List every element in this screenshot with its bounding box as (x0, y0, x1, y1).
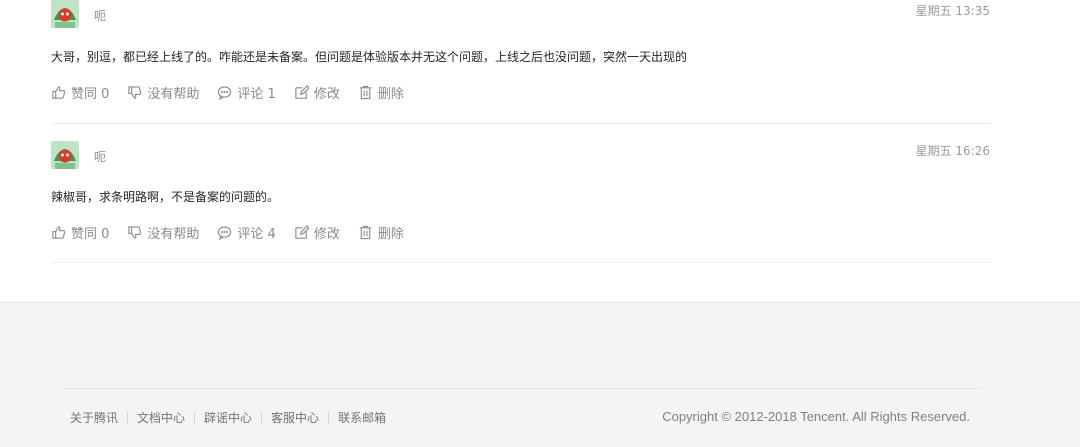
thumbs-up-icon (52, 226, 66, 239)
unhelpful-button[interactable]: 没有帮助 (127, 223, 199, 242)
username[interactable]: 呃 (94, 148, 106, 165)
trash-icon (359, 225, 371, 240)
page-footer: 关于腾讯 文档中心 辟谣中心 客服中心 联系邮箱 Copyright © 201… (0, 302, 1080, 447)
unhelpful-label: 没有帮助 (147, 87, 200, 102)
comment-icon (218, 86, 232, 100)
trash-icon (359, 85, 371, 100)
comment-list: 呃 星期五 13:35 大哥，别逗，都已经上线了的。咋能还是未备案。但问题是体验… (0, 0, 1080, 302)
delete-label: 删除 (377, 87, 404, 102)
like-button[interactable]: 赞同 0 (51, 83, 109, 102)
comment-text: 辣椒哥，求条明路啊，不是备案的问题的。 (51, 190, 280, 204)
delete-button[interactable]: 删除 (358, 83, 404, 102)
comment-actions: 赞同 0 没有帮助 评论 1 修改 删除 (51, 83, 422, 102)
unhelpful-button[interactable]: 没有帮助 (127, 83, 199, 102)
edit-label: 修改 (313, 87, 340, 102)
like-label: 赞同 0 (71, 87, 110, 102)
comment-label: 评论 1 (237, 87, 276, 102)
link-separator (194, 411, 196, 424)
edit-label: 修改 (313, 227, 340, 242)
like-label: 赞同 0 (71, 227, 110, 242)
comment-icon (218, 226, 232, 240)
footer-link-docs[interactable]: 文档中心 (137, 409, 185, 426)
link-separator (127, 411, 129, 424)
comment-item: 呃 星期五 13:35 大哥，别逗，都已经上线了的。咋能还是未备案。但问题是体验… (51, 0, 990, 124)
footer-divider (61, 388, 980, 389)
footer-link-about[interactable]: 关于腾讯 (70, 409, 118, 426)
unhelpful-label: 没有帮助 (147, 227, 200, 242)
avatar[interactable] (51, 141, 79, 169)
edit-icon (295, 225, 309, 239)
edit-icon (295, 85, 309, 99)
username[interactable]: 呃 (94, 7, 106, 24)
footer-link-email[interactable]: 联系邮箱 (338, 409, 386, 426)
comment-item: 呃 星期五 16:26 辣椒哥，求条明路啊，不是备案的问题的。 赞同 0 没有帮… (51, 124, 990, 263)
thumbs-down-icon (128, 86, 142, 99)
comment-button[interactable]: 评论 4 (217, 223, 276, 242)
post-time: 星期五 16:26 (915, 144, 990, 158)
comment-label: 评论 4 (237, 227, 276, 242)
comment-actions: 赞同 0 没有帮助 评论 4 修改 删除 (51, 223, 422, 242)
footer-link-support[interactable]: 客服中心 (271, 409, 319, 426)
link-separator (261, 411, 263, 424)
thumbs-down-icon (128, 226, 142, 239)
comment-text: 大哥，别逗，都已经上线了的。咋能还是未备案。但问题是体验版本并无这个问题，上线之… (51, 50, 688, 64)
post-time: 星期五 13:35 (915, 4, 990, 18)
footer-link-rumor[interactable]: 辟谣中心 (204, 409, 252, 426)
edit-button[interactable]: 修改 (294, 223, 340, 242)
copyright-text: Copyright © 2012-2018 Tencent. All Right… (662, 409, 970, 424)
delete-button[interactable]: 删除 (358, 223, 404, 242)
footer-links: 关于腾讯 文档中心 辟谣中心 客服中心 联系邮箱 (70, 409, 386, 426)
avatar[interactable] (51, 0, 79, 28)
comment-button[interactable]: 评论 1 (217, 83, 276, 102)
edit-button[interactable]: 修改 (294, 83, 340, 102)
delete-label: 删除 (377, 227, 404, 242)
thumbs-up-icon (52, 86, 66, 99)
link-separator (328, 411, 330, 424)
like-button[interactable]: 赞同 0 (51, 223, 109, 242)
